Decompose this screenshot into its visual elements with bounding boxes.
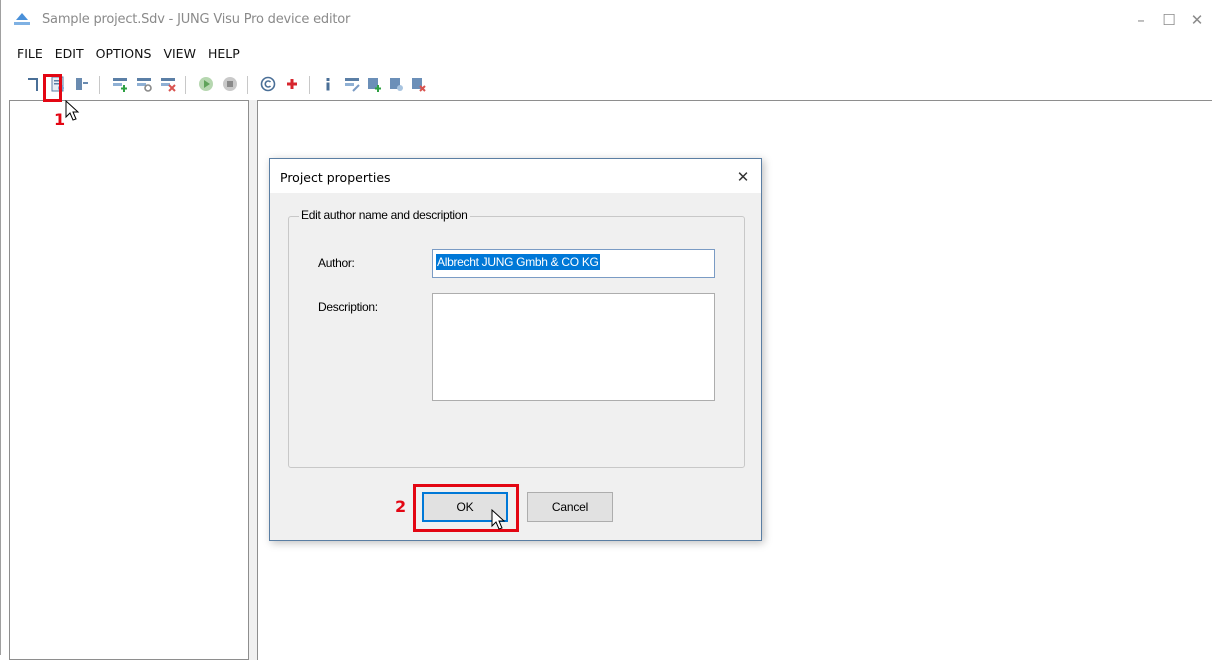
stop-icon[interactable] [221,75,239,93]
close-project-icon[interactable] [73,75,91,93]
dialog-title: Project properties [280,170,391,185]
mouse-cursor-icon [491,509,506,530]
cancel-button[interactable]: Cancel [527,492,613,522]
author-input[interactable]: Albrecht JUNG Gmbh & CO KG [432,249,715,278]
step2-number: 2 [395,497,407,516]
device-settings-icon[interactable] [135,75,153,93]
maximize-button[interactable]: ☐ [1157,10,1181,30]
menu-options[interactable]: OPTIONS [90,44,158,64]
dialog-close-button[interactable]: ✕ [733,167,753,187]
panel-splitter[interactable] [249,100,257,660]
minimize-button[interactable]: – [1129,10,1153,30]
project-tree-panel[interactable] [9,100,249,660]
add-red-icon[interactable] [283,75,301,93]
menu-file[interactable]: FILE [1,44,49,64]
app-window: Sample project.Sdv - JUNG Visu Pro devic… [0,0,1212,660]
copyright-icon[interactable] [259,75,277,93]
dialog-title-bar: Project properties ✕ [270,159,761,193]
toolbar-separator [309,76,310,94]
description-textarea[interactable] [432,293,715,401]
device-edit-icon[interactable] [343,75,361,93]
mouse-cursor-icon [65,100,80,121]
delete-device-icon[interactable] [159,75,177,93]
add-device-icon[interactable] [111,75,129,93]
menu-view[interactable]: VIEW [157,44,202,64]
toolbar-separator [185,76,186,94]
close-button[interactable]: ✕ [1185,10,1209,30]
step1-number: 1 [54,110,66,129]
author-input-value: Albrecht JUNG Gmbh & CO KG [436,254,600,270]
open-project-icon[interactable] [25,75,43,93]
toolbar-separator [247,76,248,94]
toolbar [1,73,461,99]
start-icon[interactable] [197,75,215,93]
info-icon[interactable] [319,75,337,93]
window-title: Sample project.Sdv - JUNG Visu Pro devic… [42,12,351,27]
menu-bar: FILE EDIT OPTIONS VIEW HELP [1,44,246,64]
menu-help[interactable]: HELP [202,44,246,64]
group-label: Edit author name and description [299,208,470,222]
step1-highlight-box [43,74,62,102]
toolbar-separator [99,76,100,94]
description-label: Description: [318,300,378,314]
author-label: Author: [318,256,355,270]
device-remove-icon[interactable] [409,75,427,93]
device-config-icon[interactable] [387,75,405,93]
menu-edit[interactable]: EDIT [49,44,90,64]
app-logo-icon [14,13,30,25]
title-bar: Sample project.Sdv - JUNG Visu Pro devic… [1,0,1212,40]
device-add-icon[interactable] [365,75,383,93]
